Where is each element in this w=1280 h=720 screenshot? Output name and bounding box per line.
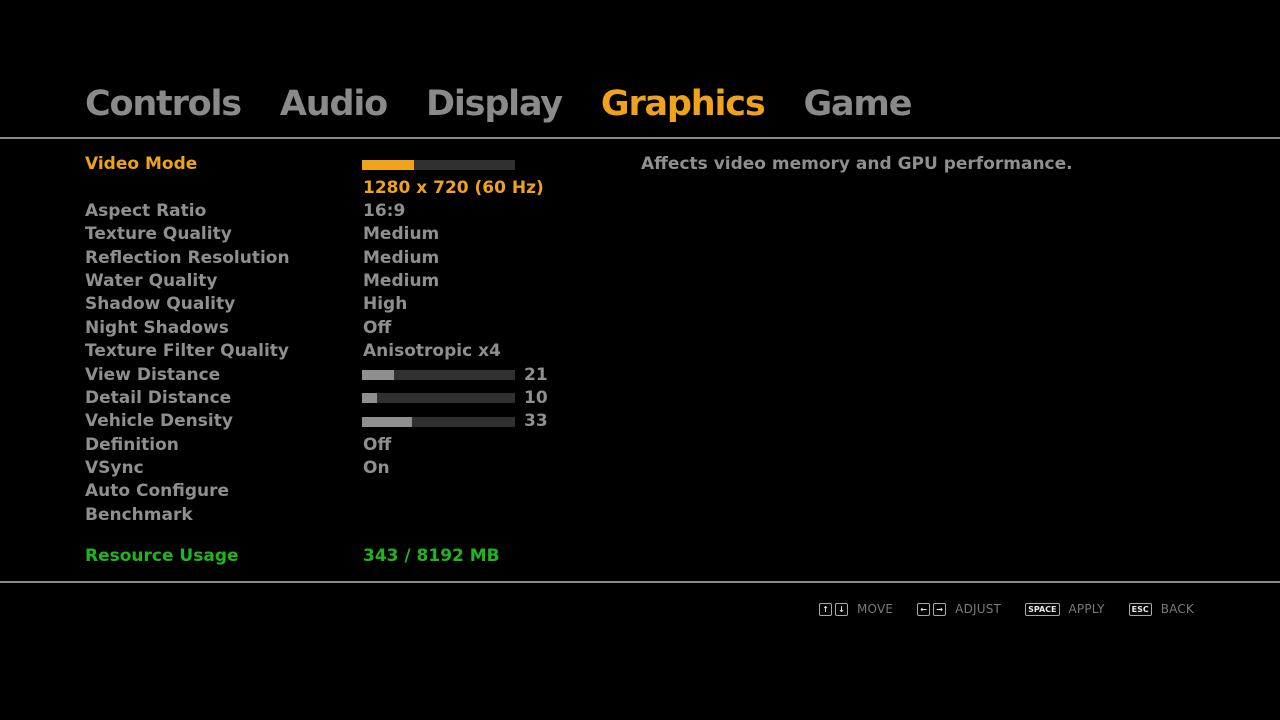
setting-water-quality[interactable]: Water Quality Medium [85,270,565,293]
setting-aspect-ratio[interactable]: Aspect Ratio 16:9 [85,200,565,223]
setting-vsync[interactable]: VSync On [85,457,565,480]
setting-video-mode[interactable]: Video Mode 1280 x 720 (60 Hz) [85,153,565,200]
slider-fill [362,370,395,381]
setting-value: 16:9 [363,200,406,221]
setting-label: Texture Quality [85,224,232,245]
hint-adjust[interactable]: ← → ADJUST [917,602,1001,616]
setting-value: Medium [363,247,440,268]
tab-graphics[interactable]: Graphics [601,80,766,128]
bottom-divider [0,581,1280,583]
setting-label: Video Mode [85,154,198,174]
slider-value: 10 [524,387,548,408]
setting-value: On [363,458,390,479]
setting-definition[interactable]: Definition Off [85,434,565,457]
slider-track [362,393,515,404]
slider-track [362,159,515,170]
hint-label: APPLY [1068,602,1105,616]
setting-description: Affects video memory and GPU performance… [641,154,1073,174]
vehicle-density-slider[interactable]: 33 [362,410,548,433]
space-key-icon: SPACE [1025,602,1060,616]
hint-apply[interactable]: SPACE APPLY [1025,602,1105,616]
setting-shadow-quality[interactable]: Shadow Quality High [85,293,565,316]
tab-game[interactable]: Game [803,80,912,128]
setting-detail-distance[interactable]: Detail Distance 10 [85,387,565,410]
video-mode-slider[interactable] [362,153,515,176]
slider-fill [362,393,378,404]
setting-value: 1280 x 720 (60 Hz) [363,178,544,198]
setting-night-shadows[interactable]: Night Shadows Off [85,317,565,340]
setting-label: Definition [85,434,179,455]
hint-label: ADJUST [955,602,1002,616]
auto-configure-button[interactable]: Auto Configure [85,480,229,503]
tab-display[interactable]: Display [426,80,563,128]
setting-value: Anisotropic x4 [363,341,501,362]
setting-label: VSync [85,458,144,479]
slider-track [362,416,515,427]
detail-distance-slider[interactable]: 10 [362,387,548,410]
hint-back[interactable]: ESC BACK [1128,602,1194,616]
view-distance-slider[interactable]: 21 [362,364,548,387]
resource-usage-value: 343 / 8192 MB [363,546,500,566]
setting-value: Off [363,434,392,455]
setting-view-distance[interactable]: View Distance 21 [85,364,565,387]
tab-audio[interactable]: Audio [280,80,388,128]
setting-label: Aspect Ratio [85,200,207,221]
slider-fill [362,416,413,427]
slider-value: 33 [524,411,548,432]
setting-label: Detail Distance [85,387,232,408]
hint-move[interactable]: ↑ ↓ MOVE [818,602,894,616]
setting-label: Texture Filter Quality [85,341,290,362]
setting-label: Vehicle Density [85,411,233,432]
graphics-settings-list: Video Mode 1280 x 720 (60 Hz) Aspect Rat… [85,153,565,527]
setting-texture-quality[interactable]: Texture Quality Medium [85,223,565,246]
tab-controls[interactable]: Controls [85,80,242,128]
setting-vehicle-density[interactable]: Vehicle Density 33 [85,410,565,433]
setting-value: Medium [363,270,440,291]
setting-texture-filter-quality[interactable]: Texture Filter Quality Anisotropic x4 [85,340,565,363]
slider-fill [362,159,415,170]
hint-label: BACK [1160,602,1194,616]
up-arrow-key-icon: ↑ [818,602,832,616]
control-hints: ↑ ↓ MOVE ← → ADJUST SPACE APPLY ESC BACK [795,600,1194,618]
down-arrow-key-icon: ↓ [834,602,848,616]
setting-reflection-resolution[interactable]: Reflection Resolution Medium [85,247,565,270]
esc-key-icon: ESC [1128,602,1152,616]
resource-usage-label: Resource Usage [85,546,239,566]
setting-label: Night Shadows [85,317,229,338]
setting-value: Medium [363,224,440,245]
setting-benchmark[interactable]: Benchmark [85,504,565,527]
setting-label: Reflection Resolution [85,247,290,268]
left-arrow-key-icon: ← [917,602,931,616]
hint-label: MOVE [856,602,894,616]
setting-label: Shadow Quality [85,294,236,315]
slider-value: 21 [524,364,548,385]
benchmark-button[interactable]: Benchmark [85,504,193,527]
right-arrow-key-icon: → [933,602,947,616]
slider-track [362,370,515,381]
setting-value: Off [363,317,392,338]
setting-label: View Distance [85,364,221,385]
setting-label: Water Quality [85,270,218,291]
menu-tabs: Controls Audio Display Graphics Game [85,80,950,128]
setting-value: High [363,294,408,315]
resource-usage: Resource Usage 343 / 8192 MB [85,545,565,568]
top-divider [0,137,1280,139]
setting-auto-configure[interactable]: Auto Configure [85,480,565,503]
